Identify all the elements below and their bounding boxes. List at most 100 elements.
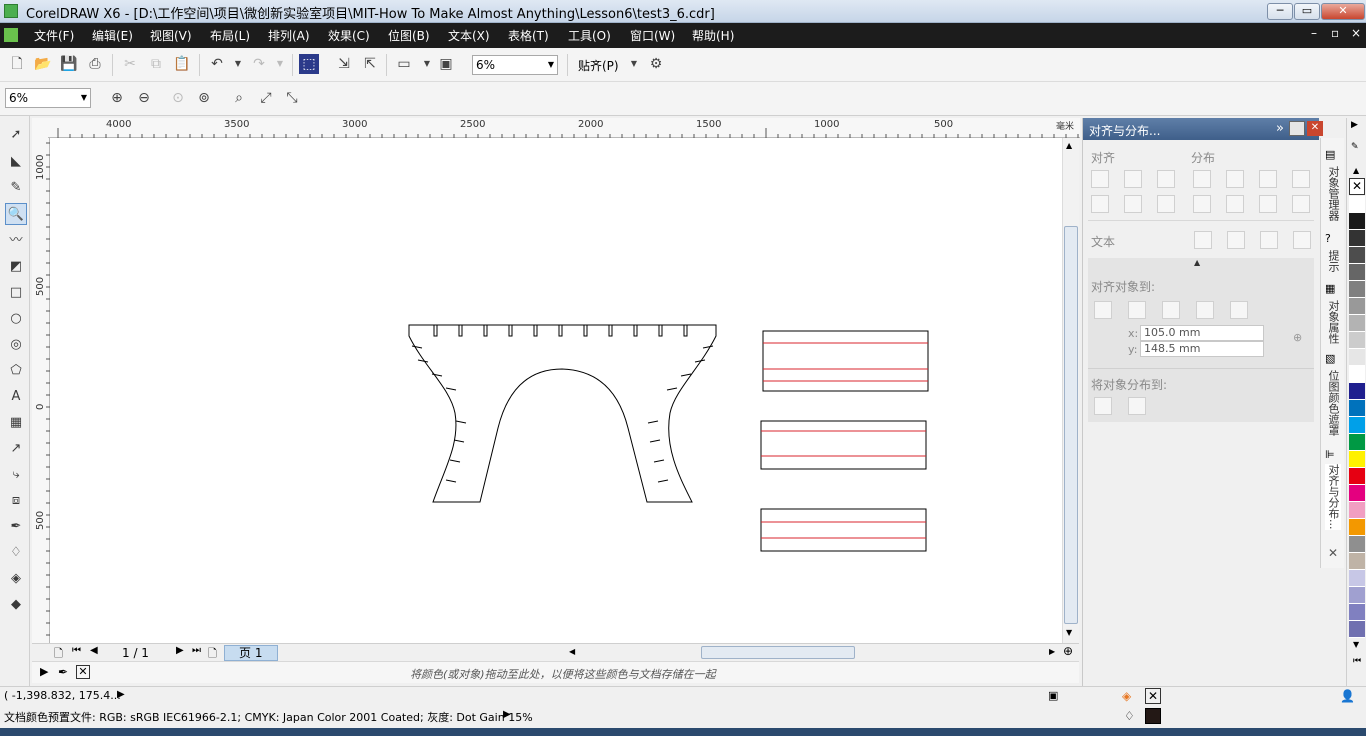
docker-minimize-icon[interactable] (1289, 121, 1305, 136)
menu-item[interactable]: 排列(A) (268, 27, 310, 44)
color-profile-text[interactable]: 文档颜色预置文件: RGB: sRGB IEC61966-2.1; CMYK: … (4, 709, 533, 725)
palette-expand-icon[interactable]: ⏮ (1353, 656, 1361, 666)
menu-item[interactable]: 文本(X) (448, 27, 490, 44)
color-swatch[interactable] (1349, 621, 1365, 638)
color-swatch[interactable] (1349, 468, 1365, 485)
color-swatch[interactable] (1349, 315, 1365, 332)
color-swatch[interactable] (1349, 434, 1365, 451)
color-swatch[interactable] (1349, 298, 1365, 315)
print-icon[interactable]: ⎙ (85, 54, 105, 74)
color-swatch[interactable] (1349, 553, 1365, 570)
color-swatch[interactable] (1349, 196, 1365, 213)
tab-bitmap-color-mask[interactable]: 位图颜色遮罩 (1325, 370, 1341, 436)
tab-align-distribute[interactable]: 对齐与分布... (1325, 464, 1341, 530)
spiral-tool-icon[interactable]: ◎ (5, 334, 27, 356)
coordinates-menu-icon[interactable]: ▶ (117, 689, 125, 700)
menu-item[interactable]: 编辑(E) (92, 27, 133, 44)
new-document-icon[interactable]: 🗋 (7, 54, 27, 74)
collapse-arrow-icon[interactable]: ▲ (1194, 258, 1200, 267)
color-swatch[interactable] (1349, 587, 1365, 604)
application-launcher-icon[interactable]: ▭ (394, 54, 414, 74)
maximize-button[interactable]: ▭ (1294, 3, 1320, 20)
vertical-ruler[interactable]: 1000 500 0 500 (32, 138, 50, 643)
eyedropper-icon[interactable]: ✒ (58, 665, 68, 679)
text-align-baseline-icon[interactable] (1260, 231, 1278, 249)
status-info-icon[interactable]: ▣ (1048, 689, 1058, 702)
rectangle-tool-icon[interactable]: □ (5, 282, 27, 304)
menu-item[interactable]: 工具(O) (568, 27, 611, 44)
zoom-to-page-height-icon[interactable]: ⤡ (282, 88, 302, 108)
color-swatch[interactable] (1349, 349, 1365, 366)
menu-item[interactable]: 位图(B) (388, 27, 430, 44)
scroll-down-icon[interactable]: ▼ (1066, 628, 1072, 637)
fill-none-swatch[interactable]: ✕ (1145, 688, 1161, 704)
eyedropper-tool-icon[interactable]: ✒ (5, 516, 27, 538)
menu-item[interactable]: 视图(V) (150, 27, 192, 44)
distribute-option-icon[interactable] (1193, 195, 1211, 213)
smart-fill-tool-icon[interactable]: ◩ (5, 256, 27, 278)
color-swatch[interactable] (1349, 264, 1365, 281)
next-page-icon[interactable]: ▶ (176, 645, 184, 656)
menu-item[interactable]: 布局(L) (210, 27, 250, 44)
color-swatch[interactable] (1349, 536, 1365, 553)
previous-page-icon[interactable]: ◀ (90, 645, 98, 656)
interactive-fill-tool-icon[interactable]: ◆ (5, 594, 27, 616)
distribute-option-icon[interactable] (1292, 170, 1310, 188)
zoom-to-all-objects-icon[interactable]: ⊚ (194, 88, 214, 108)
align-to-point-icon[interactable] (1230, 301, 1248, 319)
color-swatch[interactable] (1349, 230, 1365, 247)
snap-to-button[interactable]: 贴齐(P) (578, 57, 619, 74)
zoom-in-icon[interactable]: ⊕ (107, 88, 127, 108)
distribute-option-icon[interactable] (1292, 195, 1310, 213)
page-tab-1[interactable]: 页 1 (224, 645, 278, 661)
tab-object-manager[interactable]: 对象管理器 (1325, 166, 1341, 221)
redo-dropdown-icon[interactable]: ▼ (270, 54, 290, 74)
horizontal-ruler[interactable]: 4000 3500 3000 2500 2000 1500 1000 500 毫… (48, 118, 1080, 138)
blend-tool-icon[interactable]: ⧈ (5, 490, 27, 512)
navigator-zoom-icon[interactable]: ⊕ (1063, 644, 1073, 658)
text-tool-icon[interactable]: A (5, 386, 27, 408)
last-page-icon[interactable]: ⏭ (192, 645, 201, 656)
save-icon[interactable]: 💾 (59, 54, 79, 74)
align-option-icon[interactable] (1091, 170, 1109, 188)
outline-color-swatch[interactable] (1145, 708, 1161, 724)
distribute-option-icon[interactable] (1226, 170, 1244, 188)
table-tool-icon[interactable]: ▦ (5, 412, 27, 434)
align-to-page-center-icon[interactable] (1162, 301, 1180, 319)
menu-item[interactable]: 表格(T) (508, 27, 549, 44)
drawing-canvas[interactable] (50, 138, 1062, 643)
color-swatch[interactable] (1349, 366, 1365, 383)
import-icon[interactable]: ⇲ (334, 54, 354, 74)
color-swatch[interactable] (1349, 519, 1365, 536)
zoom-to-page-width-icon[interactable]: ⤢ (256, 88, 276, 108)
user-icon[interactable]: 👤 (1340, 689, 1355, 703)
menu-item[interactable]: 效果(C) (328, 27, 370, 44)
horizontal-scroll-thumb[interactable] (701, 646, 855, 659)
ellipse-tool-icon[interactable]: ○ (5, 308, 27, 330)
basic-shapes-tool-icon[interactable]: ⬠ (5, 360, 27, 382)
no-color-swatch-icon[interactable]: ✕ (76, 665, 90, 679)
open-folder-icon[interactable]: 📂 (33, 54, 53, 74)
y-position-input[interactable]: 148.5 mm (1140, 341, 1264, 357)
redo-icon[interactable]: ↷ (249, 54, 269, 74)
align-option-icon[interactable] (1157, 195, 1175, 213)
welcome-screen-icon[interactable]: ▣ (436, 54, 456, 74)
crop-tool-icon[interactable]: ✎ (5, 177, 27, 199)
no-color-swatch[interactable]: ✕ (1349, 178, 1365, 195)
zoom-levels-dropdown[interactable]: 6% ▼ (472, 55, 558, 75)
fill-tool-icon[interactable]: ◈ (5, 568, 27, 590)
color-swatch[interactable] (1349, 417, 1365, 434)
outline-pen-tool-icon[interactable]: ♢ (5, 542, 27, 564)
color-swatch[interactable] (1349, 604, 1365, 621)
target-point-icon[interactable]: ⊕ (1293, 331, 1302, 344)
distribute-to-selection-icon[interactable] (1094, 397, 1112, 415)
tab-hints[interactable]: 提示 (1325, 250, 1341, 272)
horizontal-scrollbar[interactable]: ◀ ▶ (567, 644, 1059, 661)
align-to-page-edge-icon[interactable] (1128, 301, 1146, 319)
align-to-active-object-icon[interactable] (1094, 301, 1112, 319)
palette-scroll-down-icon[interactable]: ▼ (1353, 640, 1359, 649)
distribute-to-page-icon[interactable] (1128, 397, 1146, 415)
dimension-tool-icon[interactable]: ↗ (5, 438, 27, 460)
x-position-input[interactable]: 105.0 mm (1140, 325, 1264, 341)
vertical-scrollbar[interactable]: ▲ ▼ (1062, 138, 1079, 643)
